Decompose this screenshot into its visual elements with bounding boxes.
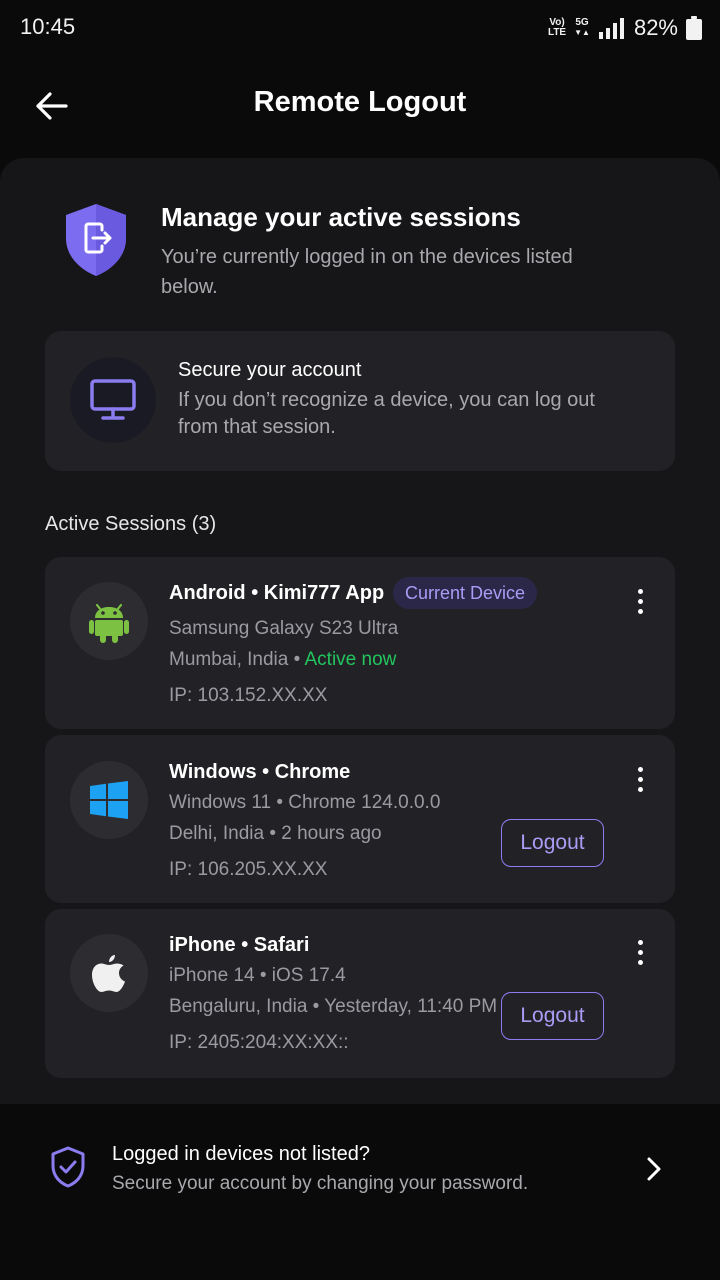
- footer-title: Logged in devices not listed?: [112, 1143, 370, 1165]
- status-time: 10:45: [20, 14, 76, 39]
- active-sessions-label: Active Sessions (3): [45, 513, 217, 535]
- footer-subtitle: Secure your account by changing your pas…: [112, 1173, 529, 1194]
- session-location: Delhi, India • 2 hours ago: [169, 823, 382, 844]
- android-icon: [70, 582, 148, 660]
- session-location: Bengaluru, India • Yesterday, 11:40 PM: [169, 996, 498, 1017]
- battery-icon: [686, 16, 702, 40]
- session-title: iPhone • Safari: [169, 934, 310, 956]
- status-bar: 10:45 Vo) LTE 5G ▼▲ 82%: [0, 0, 720, 56]
- shield-logout-icon: [62, 202, 130, 283]
- network-indicator: 5G ▼▲: [574, 17, 590, 38]
- page-title: Remote Logout: [253, 86, 467, 118]
- logout-button-iphone[interactable]: Logout: [501, 992, 604, 1040]
- session-card-android: Android • Kimi777 App Current Device Sam…: [45, 557, 675, 729]
- current-device-badge: Current Device: [393, 577, 538, 609]
- session-device: iPhone 14 • iOS 17.4: [169, 965, 346, 986]
- monitor-icon: [70, 357, 156, 443]
- active-status: Active now: [304, 649, 397, 670]
- secure-card-title: Secure your account: [178, 359, 362, 381]
- windows-icon: [70, 761, 148, 839]
- volte-indicator: Vo) LTE: [547, 17, 567, 38]
- secure-account-card: Secure your account If you don’t recogni…: [45, 331, 675, 471]
- main-panel: Manage your active sessions You’re curre…: [0, 158, 720, 1104]
- session-title: Windows • Chrome: [169, 761, 351, 783]
- secure-card-text: If you don’t recognize a device, you can…: [178, 389, 595, 438]
- apple-icon: [70, 934, 148, 1012]
- status-icons: Vo) LTE 5G ▼▲ 82%: [548, 12, 702, 44]
- intro-title: Manage your active sessions: [161, 202, 521, 232]
- chevron-right-icon: [644, 1156, 664, 1187]
- session-ip: IP: 103.152.XX.XX: [169, 685, 328, 706]
- session-device: Samsung Galaxy S23 Ultra: [169, 618, 399, 639]
- more-vertical-icon: [637, 588, 643, 594]
- shield-check-icon: [50, 1146, 86, 1193]
- session-ip: IP: 106.205.XX.XX: [169, 859, 328, 880]
- more-vertical-icon: [637, 939, 643, 945]
- more-options-button[interactable]: [623, 930, 657, 974]
- intro-subtitle: You’re currently logged in on the device…: [161, 246, 573, 298]
- more-options-button[interactable]: [623, 579, 657, 623]
- session-ip: IP: 2405:204:XX:XX::: [169, 1032, 349, 1053]
- session-device: Windows 11 • Chrome 124.0.0.0: [169, 792, 441, 813]
- more-options-button[interactable]: [623, 757, 657, 801]
- more-vertical-icon: [637, 766, 643, 772]
- session-location: Mumbai, India • Active now: [169, 649, 397, 670]
- session-title: Android • Kimi777 App: [169, 582, 385, 604]
- app-header: Remote Logout: [0, 64, 720, 148]
- change-password-row[interactable]: Logged in devices not listed? Secure you…: [0, 1120, 720, 1220]
- intro-section: Manage your active sessions You’re curre…: [0, 198, 720, 308]
- battery-percent: 82%: [633, 15, 678, 40]
- logout-button-windows[interactable]: Logout: [501, 819, 604, 867]
- signal-icon: [598, 18, 624, 39]
